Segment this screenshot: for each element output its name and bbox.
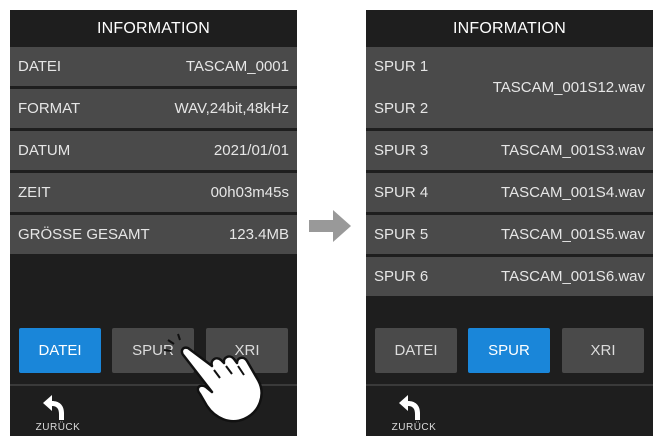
tapping-hand-icon bbox=[163, 333, 263, 423]
row-value: TASCAM_001S6.wav bbox=[501, 268, 645, 285]
row-value: TASCAM_0001 bbox=[185, 58, 289, 75]
row-label: SPUR 5 bbox=[374, 226, 429, 243]
row-label: DATEI bbox=[18, 58, 62, 75]
row-value: 2021/01/01 bbox=[213, 142, 289, 159]
info-row-spur-3: SPUR 3 TASCAM_001S3.wav bbox=[366, 131, 653, 170]
row-label: SPUR 6 bbox=[374, 268, 429, 285]
row-value: TASCAM_001S5.wav bbox=[501, 226, 645, 243]
info-row-datum: DATUM 2021/01/01 bbox=[10, 131, 297, 170]
info-row-groesse-gesamt: GRÖSSE GESAMT 123.4MB bbox=[10, 215, 297, 254]
row-value: 123.4MB bbox=[228, 226, 289, 243]
row-label: GRÖSSE GESAMT bbox=[18, 226, 150, 243]
row-label: SPUR 1 bbox=[374, 58, 429, 75]
row-label: ZEIT bbox=[18, 184, 51, 201]
info-row-spur-4: SPUR 4 TASCAM_001S4.wav bbox=[366, 173, 653, 212]
info-row-format: FORMAT WAV,24bit,48kHz bbox=[10, 89, 297, 128]
right-arrow-icon bbox=[309, 210, 351, 242]
row-label: FORMAT bbox=[18, 100, 81, 117]
tab-datei[interactable]: DATEI bbox=[19, 328, 101, 373]
tab-datei[interactable]: DATEI bbox=[375, 328, 457, 373]
info-row-datei: DATEI TASCAM_0001 bbox=[10, 47, 297, 86]
row-value: WAV,24bit,48kHz bbox=[174, 100, 290, 117]
info-screen-spur: INFORMATION SPUR 1 SPUR 2 TASCAM_001S12.… bbox=[366, 10, 653, 436]
info-row-spur-5: SPUR 5 TASCAM_001S5.wav bbox=[366, 215, 653, 254]
screen-title: INFORMATION bbox=[452, 20, 566, 37]
tab-spur[interactable]: SPUR bbox=[468, 328, 550, 373]
screen-title: INFORMATION bbox=[96, 20, 210, 37]
tab-xri[interactable]: XRI bbox=[562, 328, 644, 373]
row-value: 00h03m45s bbox=[210, 184, 289, 201]
row-value: TASCAM_001S12.wav bbox=[492, 79, 645, 96]
row-label: SPUR 2 bbox=[374, 100, 429, 117]
row-label: SPUR 3 bbox=[374, 142, 429, 159]
info-row-spur-1-2: SPUR 1 SPUR 2 TASCAM_001S12.wav bbox=[366, 47, 653, 128]
back-label: ZURÜCK bbox=[35, 422, 81, 433]
back-button[interactable]: ZURÜCK bbox=[384, 390, 444, 436]
info-row-zeit: ZEIT 00h03m45s bbox=[10, 173, 297, 212]
back-label: ZURÜCK bbox=[391, 422, 437, 433]
row-value: TASCAM_001S3.wav bbox=[501, 142, 645, 159]
divider bbox=[366, 384, 653, 386]
back-arrow-icon bbox=[399, 395, 420, 420]
info-row-spur-6: SPUR 6 TASCAM_001S6.wav bbox=[366, 257, 653, 296]
row-value: TASCAM_001S4.wav bbox=[501, 184, 645, 201]
back-arrow-icon bbox=[43, 395, 64, 420]
back-button[interactable]: ZURÜCK bbox=[28, 390, 88, 436]
row-label: DATUM bbox=[18, 142, 71, 159]
row-label: SPUR 4 bbox=[374, 184, 429, 201]
